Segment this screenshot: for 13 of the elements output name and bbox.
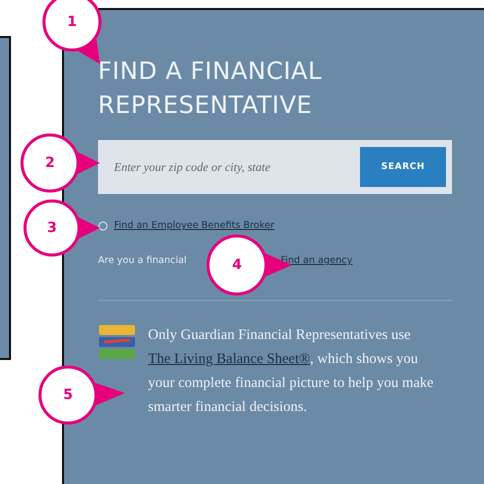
panel-title: FIND A FINANCIAL REPRESENTATIVE <box>98 56 323 121</box>
broker-link[interactable]: Find an Employee Benefits Broker <box>114 220 274 231</box>
callout-number: 5 <box>63 387 73 403</box>
callout-number: 2 <box>45 155 55 171</box>
promo-text: Only Guardian Financial Representatives use The Living Balance Sheet®, which shows you your complete financial picture to help you make smarter financial decisions. <box>148 326 434 417</box>
financial-question-text: Are you a financial <box>98 255 187 266</box>
callout-number: 3 <box>47 220 57 236</box>
search-field[interactable]: Enter your zip code or city, state SEARCH <box>98 140 452 194</box>
callout-number: 1 <box>67 14 77 30</box>
balance-sheet-link[interactable]: The Living Balance Sheet® <box>148 351 310 367</box>
balance-sheet-icon <box>98 323 136 361</box>
callout-number: 4 <box>232 257 242 273</box>
search-button[interactable]: SEARCH <box>360 147 446 187</box>
